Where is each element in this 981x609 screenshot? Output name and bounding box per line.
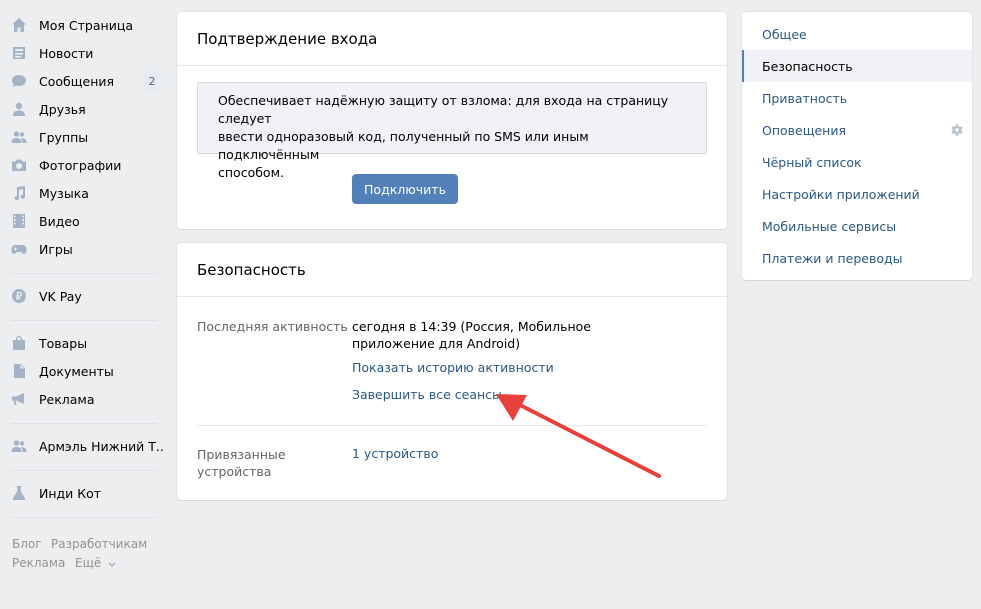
news-icon [11, 45, 27, 61]
nav-item-vk-pay[interactable]: VK Pay [0, 282, 165, 310]
nav-label: Моя Страница [39, 18, 133, 33]
info-line: ввести одноразовый код, полученный по SM… [218, 129, 589, 162]
megaphone-icon [11, 391, 27, 407]
last-activity-label: Последняя активность [197, 319, 348, 334]
nav-label: Видео [39, 214, 80, 229]
nav-item-documents[interactable]: Документы [0, 357, 165, 385]
login-confirmation-card: Подтверждение входа Обеспечивает надёжну… [177, 12, 727, 229]
nav-divider [11, 470, 157, 471]
nav-label: Сообщения [39, 74, 115, 89]
nav-item-ads[interactable]: Реклама [0, 385, 165, 413]
flask-icon [11, 485, 27, 501]
settings-menu-mobile-services[interactable]: Мобильные сервисы [742, 210, 972, 242]
music-icon [11, 185, 27, 201]
linked-devices-label-line: устройства [197, 464, 272, 479]
settings-menu: Общее Безопасность Приватность Оповещени… [742, 12, 972, 280]
nav-label: Фотографии [39, 158, 122, 173]
video-icon [11, 213, 27, 229]
nav-item-goods[interactable]: Товары [0, 329, 165, 357]
nav-item-app[interactable]: Инди Кот [0, 479, 165, 507]
groups-icon [11, 129, 27, 145]
settings-menu-privacy[interactable]: Приватность [742, 82, 972, 114]
footer-ads-link[interactable]: Реклама [12, 556, 65, 570]
document-icon [11, 363, 27, 379]
menu-label: Общее [762, 26, 807, 42]
section-divider [197, 425, 707, 426]
nav-item-friends[interactable]: Друзья [0, 95, 165, 123]
group-icon [11, 438, 27, 454]
home-icon [11, 17, 27, 33]
vkpay-icon [11, 288, 27, 304]
login-confirmation-info: Обеспечивает надёжную защиту от взлома: … [197, 82, 707, 180]
info-line: Обеспечивает надёжную защиту от взлома: … [218, 93, 669, 126]
security-title: Безопасность [177, 243, 727, 297]
nav-item-messages[interactable]: Сообщения 2 [0, 67, 165, 95]
nav-label: Друзья [39, 102, 86, 117]
nav-label: Товары [39, 336, 88, 351]
nav-item-news[interactable]: Новости [0, 39, 165, 67]
gamepad-icon [11, 241, 27, 257]
settings-menu-general[interactable]: Общее [742, 18, 972, 50]
nav-item-games[interactable]: Игры [0, 235, 165, 263]
connect-button[interactable]: Подключить [352, 174, 458, 204]
bag-icon [11, 335, 27, 351]
friends-icon [11, 101, 27, 117]
settings-menu-app-settings[interactable]: Настройки приложений [742, 178, 972, 210]
footer-blog-link[interactable]: Блог [12, 537, 42, 551]
nav-item-groups[interactable]: Группы [0, 123, 165, 151]
nav-item-community[interactable]: Армэль Нижний Т.. [0, 432, 165, 460]
gear-icon[interactable] [950, 123, 964, 137]
last-activity-line: сегодня в 14:39 (Россия, Мобильное [352, 319, 591, 334]
last-activity-line: приложение для Android) [352, 336, 521, 351]
nav-label: Документы [39, 364, 114, 379]
nav-label: Инди Кот [39, 486, 102, 501]
nav-label: Музыка [39, 186, 89, 201]
login-confirmation-title: Подтверждение входа [177, 12, 727, 66]
nav-label: Реклама [39, 392, 95, 407]
nav-divider [11, 273, 157, 274]
footer-more-dropdown[interactable]: Ещё [75, 556, 116, 571]
nav-item-video[interactable]: Видео [0, 207, 165, 235]
settings-menu-security[interactable]: Безопасность [742, 50, 972, 82]
last-activity-value: сегодня в 14:39 (Россия, Мобильное прило… [352, 318, 591, 352]
settings-menu-notifications[interactable]: Оповещения [742, 114, 972, 146]
settings-menu-payments[interactable]: Платежи и переводы [742, 242, 972, 274]
nav-item-my-page[interactable]: Моя Страница [0, 11, 165, 39]
nav-label: VK Pay [39, 289, 82, 304]
nav-label: Группы [39, 130, 89, 145]
menu-label: Платежи и переводы [762, 250, 903, 266]
linked-devices-link[interactable]: 1 устройство [352, 446, 438, 461]
nav-label: Армэль Нижний Т.. [39, 439, 164, 454]
messages-icon [11, 73, 27, 89]
nav-label: Новости [39, 46, 94, 61]
menu-label: Настройки приложений [762, 186, 920, 202]
nav-divider [11, 423, 157, 424]
menu-label: Безопасность [762, 58, 853, 74]
linked-devices-label-line: Привязанные [197, 447, 286, 462]
nav-item-photos[interactable]: Фотографии [0, 151, 165, 179]
security-card: Безопасность Последняя активность сегодн… [177, 243, 727, 500]
camera-icon [11, 157, 27, 173]
nav-divider [11, 320, 157, 321]
end-all-sessions-link[interactable]: Завершить все сеансы [352, 387, 502, 402]
unread-badge: 2 [143, 71, 161, 91]
menu-label: Оповещения [762, 122, 846, 138]
show-activity-history-link[interactable]: Показать историю активности [352, 360, 554, 375]
nav-label: Игры [39, 242, 73, 257]
nav-divider [11, 517, 157, 518]
settings-menu-blacklist[interactable]: Чёрный список [742, 146, 972, 178]
menu-label: Приватность [762, 90, 848, 106]
linked-devices-label: Привязанные устройства [197, 446, 286, 480]
nav-item-music[interactable]: Музыка [0, 179, 165, 207]
footer-more-label: Ещё [75, 556, 102, 570]
footer-developers-link[interactable]: Разработчикам [51, 537, 147, 551]
chevron-down-icon [108, 557, 116, 571]
menu-label: Мобильные сервисы [762, 218, 897, 234]
menu-label: Чёрный список [762, 154, 862, 170]
